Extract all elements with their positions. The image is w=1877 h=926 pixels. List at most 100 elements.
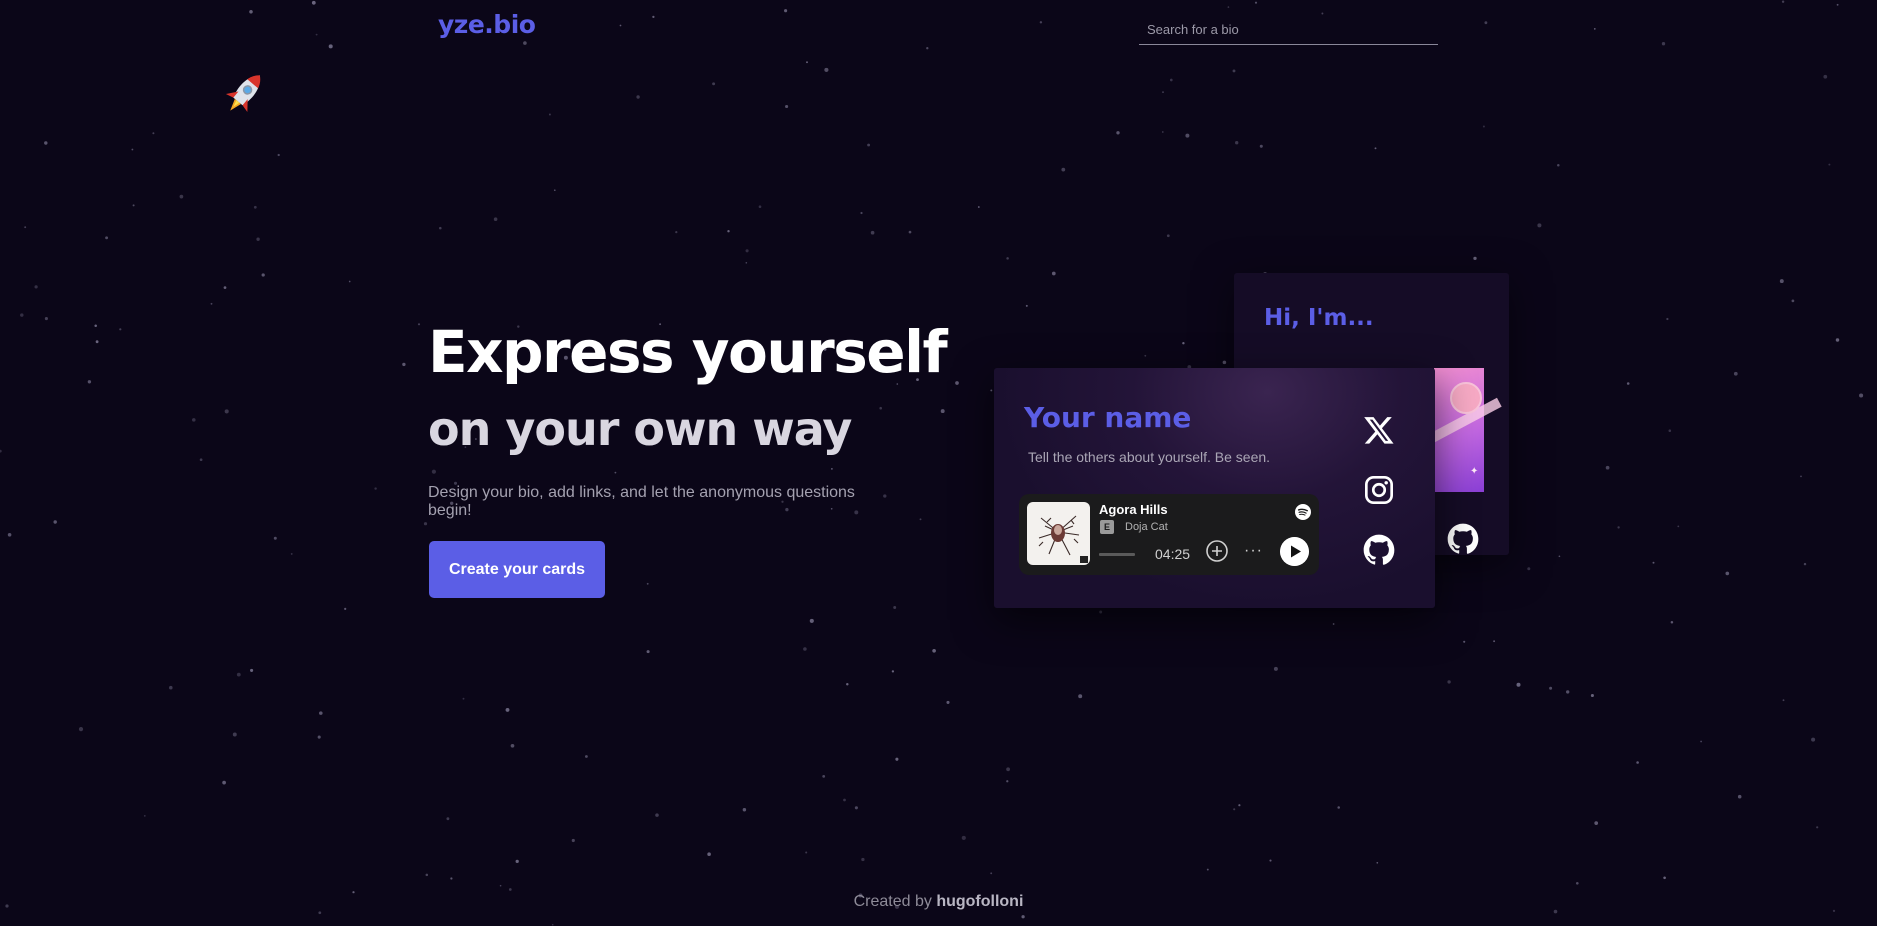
- star: [926, 47, 929, 50]
- star: [24, 226, 27, 229]
- star: [946, 700, 950, 704]
- play-icon[interactable]: [1280, 537, 1309, 566]
- star: [315, 33, 318, 36]
- star: [132, 204, 135, 207]
- star: [462, 697, 465, 700]
- star: [253, 205, 257, 209]
- star: [224, 409, 229, 414]
- star: [1605, 465, 1610, 470]
- artist-name[interactable]: Doja Cat: [1125, 521, 1168, 533]
- card-name: Your name: [1024, 401, 1192, 434]
- star: [1025, 304, 1028, 307]
- track-title[interactable]: Agora Hills: [1099, 502, 1168, 517]
- star: [1700, 740, 1702, 743]
- star: [44, 317, 48, 321]
- star: [1238, 804, 1241, 807]
- star: [439, 226, 442, 230]
- star: [328, 44, 333, 49]
- author-link[interactable]: hugofolloni: [936, 893, 1023, 910]
- star: [1737, 794, 1742, 799]
- create-cards-button[interactable]: Create your cards: [429, 541, 605, 598]
- star: [87, 380, 92, 384]
- track-duration: 04:25: [1155, 546, 1191, 562]
- star: [523, 41, 527, 45]
- star: [1259, 144, 1263, 148]
- x-icon[interactable]: [1363, 414, 1395, 446]
- star: [861, 857, 865, 862]
- star: [1235, 141, 1239, 145]
- footer-credit: Created by hugofolloni: [0, 893, 1877, 911]
- star: [210, 302, 213, 305]
- star: [119, 328, 122, 331]
- star: [860, 211, 863, 215]
- star: [846, 682, 849, 686]
- star: [1162, 91, 1164, 94]
- star: [824, 67, 829, 72]
- star: [1836, 3, 1839, 6]
- star: [222, 780, 226, 785]
- more-icon[interactable]: ···: [1244, 542, 1263, 560]
- star: [1516, 682, 1521, 687]
- search-input[interactable]: [1139, 14, 1438, 45]
- star: [1337, 806, 1340, 809]
- star: [1593, 28, 1596, 30]
- star: [646, 582, 649, 585]
- star: [1725, 571, 1730, 576]
- star: [152, 132, 155, 135]
- star: [290, 552, 293, 555]
- star: [932, 648, 936, 653]
- star: [505, 707, 510, 712]
- star: [0, 449, 2, 453]
- star: [1823, 74, 1828, 79]
- progress-bar[interactable]: [1099, 553, 1135, 556]
- star: [1677, 525, 1680, 528]
- star: [1182, 342, 1185, 345]
- instagram-icon[interactable]: [1363, 474, 1395, 506]
- star: [1782, 699, 1785, 702]
- star: [94, 324, 97, 328]
- star: [585, 755, 588, 758]
- star: [908, 230, 912, 234]
- star: [374, 487, 377, 490]
- star: [809, 618, 814, 623]
- star: [1791, 299, 1795, 303]
- star: [940, 409, 945, 414]
- star: [1021, 915, 1025, 919]
- star: [344, 607, 347, 611]
- star: [919, 518, 922, 521]
- github-icon[interactable]: [1363, 534, 1395, 566]
- star: [515, 859, 519, 864]
- star: [1549, 686, 1553, 690]
- star: [1566, 690, 1570, 694]
- star: [1493, 640, 1496, 643]
- star: [192, 418, 196, 422]
- star: [1206, 868, 1209, 871]
- github-icon: [1447, 523, 1479, 554]
- star: [34, 285, 38, 289]
- star: [955, 381, 959, 385]
- star: [1652, 561, 1655, 564]
- star: [1816, 826, 1819, 829]
- star: [78, 727, 84, 732]
- star: [510, 743, 515, 748]
- star: [319, 711, 323, 715]
- spotify-logo-icon[interactable]: [1295, 504, 1311, 520]
- star: [758, 205, 762, 209]
- star: [891, 670, 895, 673]
- star: [727, 229, 730, 233]
- star: [1227, 6, 1230, 8]
- star: [493, 217, 498, 221]
- star: [1169, 78, 1173, 82]
- star: [1733, 371, 1738, 376]
- add-circle-icon[interactable]: [1205, 539, 1229, 563]
- star: [250, 668, 254, 672]
- star: [1374, 147, 1377, 150]
- star: [318, 911, 322, 915]
- star: [423, 522, 428, 526]
- star: [652, 15, 655, 19]
- star: [249, 10, 253, 14]
- site-logo[interactable]: yze.bio: [438, 10, 536, 39]
- star: [1537, 223, 1542, 228]
- star: [499, 884, 502, 887]
- star: [745, 262, 748, 264]
